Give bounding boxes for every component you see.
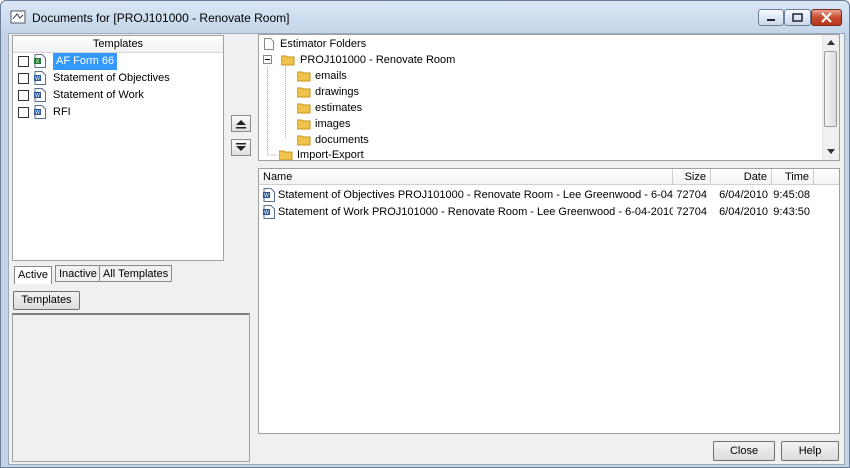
file-name: Statement of Work PROJ101000 - Renovate …	[278, 206, 673, 218]
template-checkbox[interactable]	[18, 56, 29, 67]
column-header-date[interactable]: Date	[711, 169, 772, 185]
close-button[interactable]: Close	[713, 441, 775, 461]
file-date: 6/04/2010	[719, 189, 768, 201]
maximize-icon	[792, 13, 803, 22]
maximize-button[interactable]	[784, 9, 811, 26]
template-checkbox[interactable]	[18, 107, 29, 118]
tab-all-templates[interactable]: All Templates	[99, 265, 173, 282]
template-label: Statement of Work	[53, 89, 144, 101]
template-item[interactable]: X AF Form 66	[13, 53, 223, 70]
svg-text:W: W	[35, 76, 40, 82]
tree-label: drawings	[315, 86, 360, 98]
templates-list[interactable]: Templates X AF Form 66 W Statement of Objec…	[12, 35, 224, 261]
folder-icon	[297, 87, 311, 98]
folder-icon	[297, 119, 311, 130]
file-time: 9:43:50	[773, 206, 810, 218]
file-list[interactable]: Name Size Date Time W Statement of Object…	[258, 168, 840, 434]
tree-label: Estimator Folders	[280, 38, 367, 50]
svg-text:W: W	[35, 110, 40, 116]
close-icon	[821, 12, 832, 23]
scroll-thumb[interactable]	[824, 51, 837, 127]
svg-text:X: X	[36, 59, 40, 65]
tree-label: Import-Export	[297, 149, 364, 161]
window-title: Documents for [PROJ101000 - Renovate Roo…	[32, 11, 290, 25]
word-icon: W	[263, 188, 275, 202]
column-header-name[interactable]: Name	[259, 169, 673, 185]
move-up-button[interactable]	[231, 115, 251, 132]
svg-text:W: W	[264, 193, 269, 199]
tree-scrollbar[interactable]	[822, 35, 839, 160]
file-name: Statement of Objectives PROJ101000 - Ren…	[278, 189, 673, 201]
column-header-filler	[814, 169, 839, 185]
tree-lines	[267, 67, 278, 156]
tree-label: images	[315, 118, 351, 130]
help-button[interactable]: Help	[781, 441, 839, 461]
file-row[interactable]: W Statement of Objectives PROJ101000 - Re…	[259, 187, 819, 204]
folder-icon	[297, 71, 311, 82]
close-window-button[interactable]	[811, 9, 842, 26]
tree-lines	[285, 67, 286, 139]
file-row[interactable]: W Statement of Work PROJ101000 - Renovate…	[259, 204, 819, 221]
template-label: Statement of Objectives	[53, 72, 170, 84]
tab-active[interactable]: Active	[14, 266, 52, 284]
word-icon: W	[34, 88, 46, 102]
template-item[interactable]: W RFI	[13, 104, 223, 121]
documents-window: Documents for [PROJ101000 - Renovate Roo…	[0, 0, 850, 468]
template-checkbox[interactable]	[18, 73, 29, 84]
excel-icon: X	[34, 54, 46, 68]
file-time: 9:45:08	[773, 189, 810, 201]
scroll-down-icon[interactable]	[827, 149, 835, 154]
client-area: Templates X AF Form 66 W Statement of Objec…	[8, 33, 845, 465]
folder-open-icon	[281, 55, 295, 66]
template-label: AF Form 66	[53, 53, 118, 70]
template-item[interactable]: W Statement of Objectives	[13, 70, 223, 87]
word-icon: W	[263, 205, 275, 219]
expand-collapse-icon[interactable]	[263, 55, 272, 64]
column-header-size[interactable]: Size	[673, 169, 711, 185]
folder-icon	[279, 150, 293, 160]
templates-header: Templates	[13, 36, 223, 53]
tree-label: documents	[315, 134, 369, 146]
arrow-up-icon	[236, 120, 246, 129]
minimize-button[interactable]	[758, 9, 784, 26]
arrow-down-icon	[236, 143, 246, 151]
tree-label: emails	[315, 70, 347, 82]
app-icon	[10, 10, 26, 24]
svg-text:W: W	[35, 93, 40, 99]
move-down-button[interactable]	[231, 139, 251, 156]
word-icon: W	[34, 105, 46, 119]
template-item[interactable]: W Statement of Work	[13, 87, 223, 104]
template-checkbox[interactable]	[18, 90, 29, 101]
title-bar[interactable]: Documents for [PROJ101000 - Renovate Roo…	[1, 1, 849, 33]
folder-icon	[297, 135, 311, 146]
file-size: 72704	[676, 206, 707, 218]
tab-inactive[interactable]: Inactive	[55, 265, 101, 282]
svg-text:W: W	[264, 210, 269, 216]
column-header-time[interactable]: Time	[772, 169, 814, 185]
folder-icon	[297, 103, 311, 114]
file-size: 72704	[676, 189, 707, 201]
scroll-up-icon[interactable]	[827, 40, 835, 45]
minimize-icon	[767, 19, 775, 21]
folder-tree[interactable]: Estimator Folders PROJ101000 - Renovate …	[258, 34, 840, 161]
tree-label: estimates	[315, 102, 363, 114]
templates-button[interactable]: Templates	[13, 291, 80, 310]
template-label: RFI	[53, 106, 71, 118]
file-date: 6/04/2010	[719, 206, 768, 218]
word-icon: W	[34, 71, 46, 85]
template-details-panel	[12, 313, 250, 462]
document-icon	[264, 38, 274, 50]
tree-label: PROJ101000 - Renovate Room	[300, 54, 456, 66]
